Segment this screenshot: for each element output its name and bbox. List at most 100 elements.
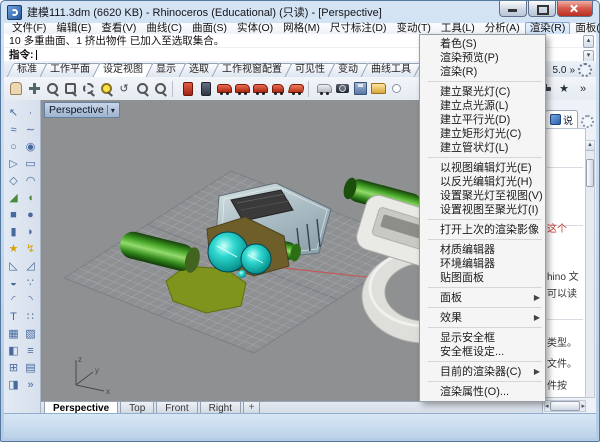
viewport-title[interactable]: Perspective ▾: [44, 102, 120, 118]
surface-corner-icon[interactable]: ◢: [5, 189, 22, 206]
help-vertical-scrollbar[interactable]: ▲: [585, 140, 595, 398]
render-menu-item[interactable]: 目前的渲染器(C) ▶: [420, 365, 545, 379]
render-menu-item[interactable]: 建立矩形灯光(C) ▶: [420, 127, 545, 141]
zoom-window-icon[interactable]: [62, 81, 78, 97]
chevron-down-icon[interactable]: ▾: [111, 106, 115, 115]
point-edit-icon[interactable]: ∷: [22, 308, 39, 325]
render-menu-item[interactable]: ▶: [428, 381, 542, 382]
layers-icon[interactable]: ≡: [22, 342, 39, 359]
save-viewport-icon[interactable]: [352, 81, 368, 97]
zoom-selected-icon[interactable]: [80, 81, 96, 97]
toolbar-group-tab[interactable]: 设定视图: [94, 62, 152, 77]
machine-model[interactable]: RHINO: [207, 183, 331, 278]
menu-bar-item[interactable]: 变动(T): [392, 23, 436, 34]
menu-bar-item[interactable]: 面板(P): [570, 23, 600, 34]
array-icon[interactable]: ▦: [5, 325, 22, 342]
offset-icon[interactable]: ∵: [22, 274, 39, 291]
menu-bar-item[interactable]: 分析(A): [480, 23, 525, 34]
scroll-up-arrow-icon[interactable]: ▲: [586, 141, 594, 151]
polyline-icon[interactable]: ▷: [5, 155, 22, 172]
render-menu-item[interactable]: ▶: [428, 307, 542, 308]
render-menu-item[interactable]: ▶: [428, 361, 542, 362]
render-menu-item[interactable]: 渲染属性(O)... ▶: [420, 385, 545, 399]
background-icon[interactable]: [388, 81, 404, 97]
render-menu-item[interactable]: 着色(S) ▶: [420, 37, 545, 51]
point-icon[interactable]: ·: [22, 104, 39, 121]
split-icon[interactable]: ◿: [22, 257, 39, 274]
box-icon[interactable]: ■: [5, 206, 22, 223]
docked-star-icon[interactable]: ★: [556, 81, 572, 97]
toolbar-separator[interactable]: [172, 81, 176, 97]
group-icon[interactable]: ◧: [5, 342, 22, 359]
menu-bar-item[interactable]: 尺寸标注(D): [325, 23, 392, 34]
toolbar-group-tab[interactable]: 可见性: [286, 62, 334, 77]
toolbar-overflow-icon[interactable]: »: [575, 81, 591, 97]
scroll-right-icon[interactable]: ▸: [581, 402, 585, 410]
select-arrow-icon[interactable]: ↖: [5, 104, 22, 121]
rotate-view-icon[interactable]: ↺: [116, 81, 132, 97]
polygon-icon[interactable]: ◇: [5, 172, 22, 189]
render-menu-item[interactable]: 效果 ▶: [420, 311, 545, 325]
move-view-icon[interactable]: [26, 81, 42, 97]
render-menu-item[interactable]: ▶: [428, 219, 542, 220]
scrollbar-thumb[interactable]: [586, 159, 594, 187]
surface-patch-icon[interactable]: ◗: [22, 223, 39, 240]
zoom-out-icon[interactable]: [134, 81, 150, 97]
ellipse-icon[interactable]: ◉: [22, 138, 39, 155]
render-menu-item[interactable]: 建立管状灯(L) ▶: [420, 141, 545, 155]
render-menu-item[interactable]: 渲染(R) ▶: [420, 65, 545, 79]
explode-icon[interactable]: ★: [5, 240, 22, 257]
named-view-icon[interactable]: [316, 81, 332, 97]
render-menu-item[interactable]: 环境编辑器 ▶: [420, 257, 545, 271]
render-menu-item[interactable]: 以视图编辑灯光(E) ▶: [420, 161, 545, 175]
render-menu-item[interactable]: 打开上次的渲染影像 ▶: [420, 223, 545, 237]
more-tools-icon[interactable]: »: [22, 376, 39, 393]
cylinder-icon[interactable]: ▮: [5, 223, 22, 240]
toolbar-group-tab[interactable]: 工作视窗配置: [213, 62, 291, 77]
interpolate-curve-icon[interactable]: ∼: [22, 121, 39, 138]
toolbar-separator[interactable]: [308, 81, 312, 97]
tab-overflow-icon[interactable]: »: [569, 65, 575, 76]
set-view-back-icon[interactable]: [198, 81, 214, 97]
orient-icon[interactable]: ▧: [22, 325, 39, 342]
scroll-left-icon[interactable]: ◂: [545, 402, 549, 410]
render-menu-item[interactable]: 建立点光源(L) ▶: [420, 99, 545, 113]
menu-bar-item[interactable]: 网格(M): [278, 23, 325, 34]
camera-icon[interactable]: [334, 81, 350, 97]
render-menu-item[interactable]: 建立平行光(D) ▶: [420, 113, 545, 127]
render-menu-item[interactable]: 以反光编辑灯光(H) ▶: [420, 175, 545, 189]
scroll-up-icon[interactable]: ▴: [583, 35, 594, 48]
render-menu-item[interactable]: ▶: [428, 287, 542, 288]
hscrollbar-thumb[interactable]: [550, 401, 581, 411]
render-menu-item[interactable]: 设置聚光灯至视图(V) ▶: [420, 189, 545, 203]
menu-bar-item[interactable]: 工具(L): [436, 23, 480, 34]
viewport-layout-icon[interactable]: [370, 81, 386, 97]
render-menu-item[interactable]: ▶: [428, 157, 542, 158]
toolbar-group-tab[interactable]: 曲线工具: [362, 62, 420, 77]
olive-surface-object[interactable]: [166, 266, 246, 313]
zoom-extents-icon[interactable]: [152, 81, 168, 97]
render-menu-item[interactable]: 显示安全框 ▶: [420, 331, 545, 345]
maximize-button[interactable]: [528, 1, 556, 17]
visibility-icon[interactable]: ◨: [5, 376, 22, 393]
help-panel-tab[interactable]: 说: [545, 110, 578, 128]
render-menu-item[interactable]: 设置视图至聚光灯(I) ▶: [420, 203, 545, 217]
set-view-front-icon[interactable]: [180, 81, 196, 97]
teal-dot[interactable]: [238, 270, 246, 278]
panel-gear-icon[interactable]: [581, 115, 594, 128]
gear-icon[interactable]: [578, 63, 592, 77]
render-menu-item[interactable]: 材质编辑器 ▶: [420, 243, 545, 257]
close-button[interactable]: [557, 1, 593, 17]
text-icon[interactable]: T: [5, 308, 22, 325]
toolbar-group-tab[interactable]: 工作平面: [41, 62, 99, 77]
menu-bar-item[interactable]: 实体(O): [232, 23, 278, 34]
zoom-in-icon[interactable]: [44, 81, 60, 97]
render-menu-item[interactable]: 面板 ▶: [420, 291, 545, 305]
help-horizontal-scrollbar[interactable]: ◂ ▸: [544, 400, 586, 412]
block-icon[interactable]: ▤: [22, 359, 39, 376]
rectangle-icon[interactable]: ▭: [22, 155, 39, 172]
render-menu-item[interactable]: 建立聚光灯(C) ▶: [420, 85, 545, 99]
render-menu-item[interactable]: ▶: [428, 239, 542, 240]
set-view-bottom-icon[interactable]: [270, 81, 286, 97]
minimize-button[interactable]: [499, 1, 527, 17]
